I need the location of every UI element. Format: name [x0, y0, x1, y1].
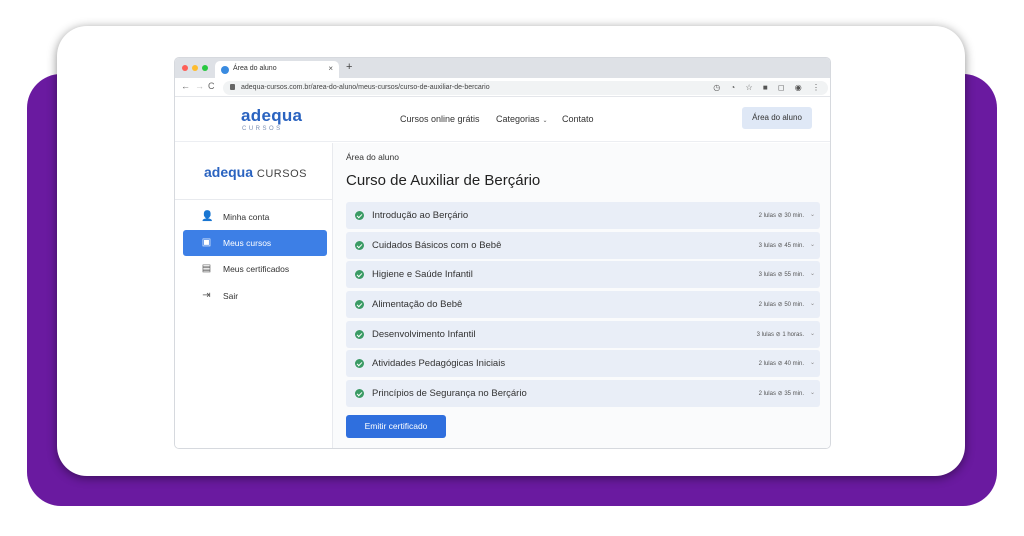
issue-certificate-button[interactable]: Emitir certificado [346, 415, 446, 438]
sidebar: adequa CURSOS 👤 Minha conta ▣ Meus curso… [175, 143, 333, 448]
module-row[interactable]: Atividades Pedagógicas Iniciais 2 lulas … [346, 350, 820, 377]
certificate-icon: ▤ [201, 263, 212, 274]
nav-link-contact[interactable]: Contato [562, 114, 594, 124]
module-meta: 2 lulas ⊘ 30 min. [758, 213, 804, 219]
browser-window: Área do aluno × + ← → C adequa-cursos.co… [174, 57, 831, 449]
page-title: Curso de Auxiliar de Berçário [346, 172, 541, 189]
module-row[interactable]: Princípios de Segurança no Berçário 2 lu… [346, 380, 820, 407]
chevron-down-icon[interactable]: ⌄ [810, 330, 815, 337]
forward-icon[interactable]: → [195, 81, 204, 91]
check-circle-icon [355, 389, 364, 398]
tab-title: Área do aluno [233, 65, 277, 72]
address-bar[interactable]: adequa-cursos.com.br/area-do-aluno/meus-… [223, 81, 828, 95]
module-meta: 3 lulas ⊘ 1 horas. [756, 332, 804, 338]
check-circle-icon [355, 330, 364, 339]
courses-icon: ▣ [201, 237, 212, 248]
chevron-down-icon[interactable]: ⌄ [810, 300, 815, 307]
url-text[interactable]: adequa-cursos.com.br/area-do-aluno/meus-… [241, 84, 490, 91]
logo-wordmark: adequa [241, 106, 303, 125]
breadcrumb[interactable]: Área do aluno [346, 152, 399, 162]
module-row[interactable]: Alimentação do Bebê 2 lulas ⊘ 50 min. ⌄ [346, 291, 820, 318]
check-circle-icon [355, 359, 364, 368]
browser-tab[interactable]: Área do aluno × [215, 61, 339, 78]
screenshot-card: Área do aluno × + ← → C adequa-cursos.co… [57, 26, 965, 476]
module-title: Higiene e Saúde Infantil [372, 269, 473, 280]
module-meta: 2 lulas ⊘ 35 min. [758, 391, 804, 397]
check-circle-icon [355, 270, 364, 279]
main-content: Área do aluno Curso de Auxiliar de Berçá… [333, 143, 830, 448]
module-row[interactable]: Higiene e Saúde Infantil 3 lulas ⊘ 55 mi… [346, 261, 820, 288]
browser-toolbar: ← → C adequa-cursos.com.br/area-do-aluno… [175, 78, 830, 97]
check-circle-icon [355, 211, 364, 220]
sidebar-item-label: Minha conta [223, 212, 270, 222]
check-circle-icon [355, 300, 364, 309]
browser-extension-icons[interactable]: ◷ ◔ ☆ ■ ◻ ◉ ⋮ [713, 83, 824, 92]
chevron-down-icon[interactable]: ⌄ [810, 241, 815, 248]
module-title: Princípios de Segurança no Berçário [372, 388, 527, 399]
chevron-down-icon: ⌄ [542, 118, 548, 124]
sidebar-logo-bold: adequa [204, 164, 254, 180]
nav-link-categories[interactable]: Categorias ⌄ [496, 114, 548, 124]
tab-close-icon[interactable]: × [328, 64, 333, 73]
module-title: Desenvolvimento Infantil [372, 329, 476, 340]
favicon-icon [221, 66, 229, 74]
module-meta: 3 lulas ⊘ 45 min. [758, 243, 804, 249]
site-header: adequa CURSOS Cursos online grátis Categ… [175, 97, 830, 142]
close-window-icon[interactable] [182, 65, 188, 71]
chevron-down-icon[interactable]: ⌄ [810, 211, 815, 218]
back-icon[interactable]: ← [181, 81, 190, 91]
sidebar-item-meus-cursos[interactable]: ▣ Meus cursos [183, 230, 327, 256]
sidebar-logo-area: adequa CURSOS [175, 143, 332, 200]
module-row[interactable]: Desenvolvimento Infantil 3 lulas ⊘ 1 hor… [346, 321, 820, 348]
sidebar-item-sair[interactable]: ⇥ Sair [183, 283, 327, 309]
logout-icon: ⇥ [202, 290, 211, 301]
module-title: Alimentação do Bebê [372, 299, 463, 310]
sidebar-logo-light: CURSOS [256, 168, 307, 180]
sidebar-logo[interactable]: adequa CURSOS [204, 164, 307, 180]
logo-subtitle: CURSOS [242, 126, 283, 132]
sidebar-item-label: Sair [223, 291, 239, 301]
user-icon: 👤 [201, 211, 214, 222]
module-meta: 2 lulas ⊘ 50 min. [758, 302, 804, 308]
chevron-down-icon[interactable]: ⌄ [810, 389, 815, 396]
reload-icon[interactable]: C [208, 81, 215, 91]
tab-bar: Área do aluno × + [175, 58, 830, 78]
chevron-down-icon[interactable]: ⌄ [810, 270, 815, 277]
module-meta: 3 lulas ⊘ 55 min. [758, 272, 804, 278]
module-title: Atividades Pedagógicas Iniciais [372, 358, 506, 369]
module-row[interactable]: Cuidados Básicos com o Bebê 3 lulas ⊘ 45… [346, 232, 820, 259]
module-row[interactable]: Introdução ao Berçário 2 lulas ⊘ 30 min.… [346, 202, 820, 229]
site-logo[interactable]: adequa CURSOS [241, 106, 302, 132]
nav-link-free-courses[interactable]: Cursos online grátis [400, 114, 480, 124]
chevron-down-icon[interactable]: ⌄ [810, 359, 815, 366]
module-title: Cuidados Básicos com o Bebê [372, 240, 502, 251]
sidebar-item-minha-conta[interactable]: 👤 Minha conta [183, 204, 327, 230]
module-meta: 2 lulas ⊘ 40 min. [758, 361, 804, 367]
maximize-window-icon[interactable] [202, 65, 208, 71]
minimize-window-icon[interactable] [192, 65, 198, 71]
lock-icon [230, 84, 235, 90]
sidebar-item-label: Meus certificados [223, 264, 290, 274]
student-area-button[interactable]: Área do aluno [742, 107, 812, 129]
sidebar-item-meus-certificados[interactable]: ▤ Meus certificados [183, 256, 327, 282]
new-tab-icon[interactable]: + [346, 61, 352, 73]
module-title: Introdução ao Berçário [372, 210, 469, 221]
nav-link-categories-label: Categorias [496, 114, 540, 124]
check-circle-icon [355, 241, 364, 250]
sidebar-item-label: Meus cursos [223, 238, 272, 248]
